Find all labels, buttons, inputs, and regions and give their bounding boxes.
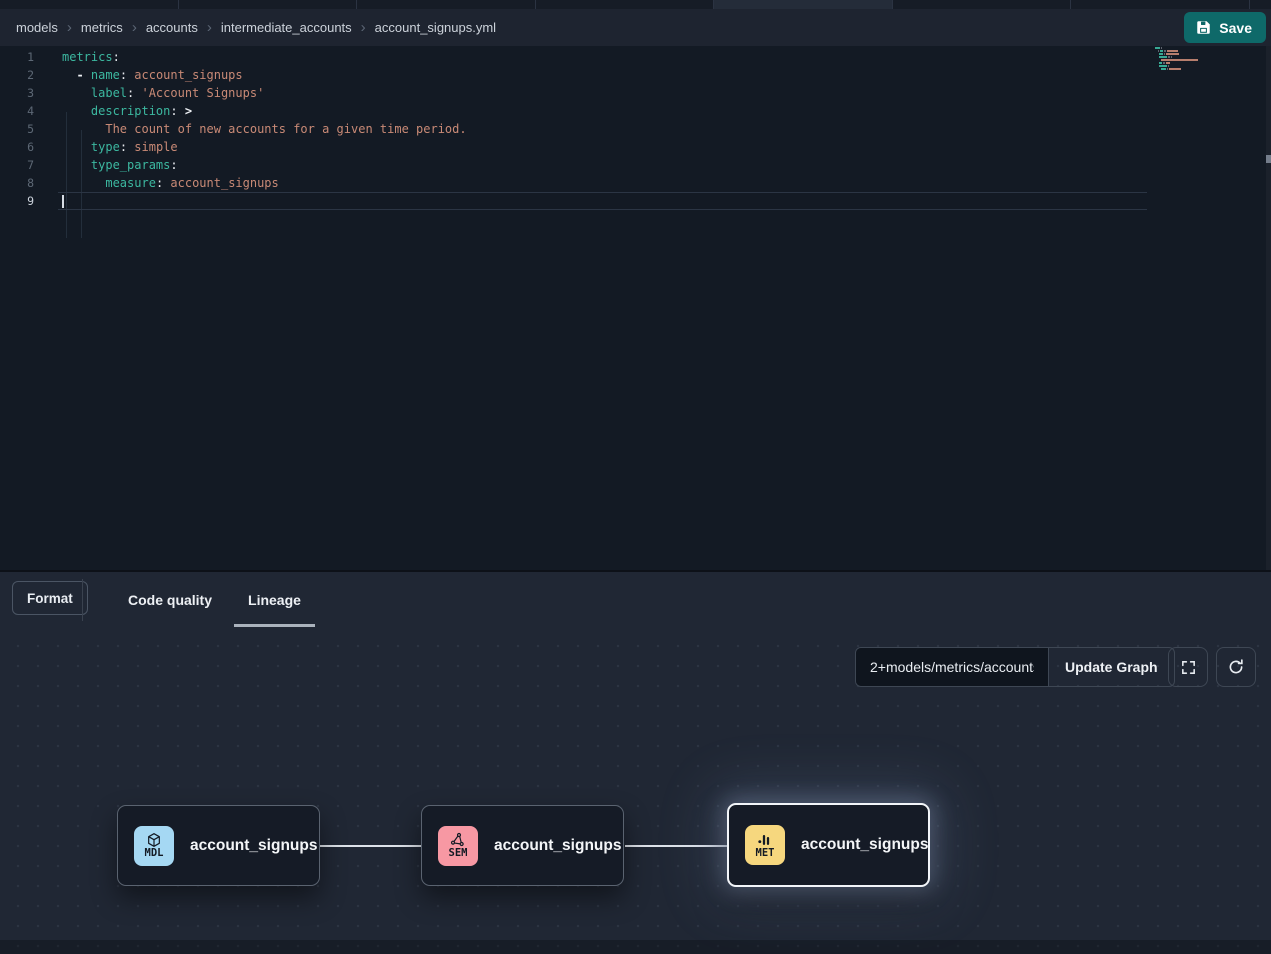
editor-scrollbar-thumb[interactable]: [1266, 155, 1271, 163]
editor-file-tab[interactable]: [1250, 0, 1271, 9]
lineage-edge: [625, 845, 727, 847]
panel-tab-code-quality[interactable]: Code quality: [114, 572, 226, 627]
fullscreen-icon: [1180, 659, 1197, 676]
refresh-icon: [1227, 658, 1245, 676]
breadcrumb-bar: models › metrics › accounts › intermediate_acc…: [0, 9, 1271, 46]
editor-tab-strip: [0, 0, 1271, 9]
code-line[interactable]: The count of new accounts for a given ti…: [58, 120, 1255, 138]
node-type-badge: MDL: [134, 826, 174, 866]
code-line[interactable]: metrics:: [58, 48, 1255, 66]
editor-file-tab[interactable]: [893, 0, 1072, 9]
breadcrumb-item[interactable]: account_signups.yml: [375, 20, 496, 35]
text-cursor: [62, 195, 64, 208]
fullscreen-button[interactable]: [1168, 647, 1208, 687]
node-type-label: MET: [756, 848, 775, 859]
lineage-node-met[interactable]: MET account_signups: [727, 803, 930, 887]
save-button[interactable]: Save: [1184, 12, 1266, 43]
panel-tab-lineage[interactable]: Lineage: [234, 572, 315, 627]
status-strip: [0, 940, 1271, 954]
line-number: 1: [0, 48, 36, 66]
code-line[interactable]: [58, 192, 1147, 210]
minimap-line: [1155, 62, 1225, 64]
node-type-label: MDL: [145, 848, 164, 859]
breadcrumb: models › metrics › accounts › intermediate_acc…: [16, 20, 496, 35]
line-number: 4: [0, 102, 36, 120]
chevron-right-icon: ›: [207, 20, 212, 35]
line-number-gutter: 123456789: [0, 48, 36, 210]
code-editor[interactable]: 123456789 metrics: - name: account_signu…: [0, 46, 1271, 570]
tab-divider: [82, 579, 83, 621]
node-name-label: account_signups: [190, 837, 317, 855]
editor-file-tab[interactable]: [357, 0, 536, 9]
minimap-line: [1155, 47, 1225, 49]
semantic-network-icon: [450, 832, 466, 848]
node-type-badge: SEM: [438, 826, 478, 866]
minimap-line: [1155, 68, 1225, 70]
lineage-graph[interactable]: Update Graph: [0, 630, 1271, 954]
code-line[interactable]: description: >: [58, 102, 1255, 120]
editor-file-tab[interactable]: [714, 0, 893, 9]
line-number: 2: [0, 66, 36, 84]
lineage-selector-input[interactable]: [856, 648, 1048, 686]
editor-file-tab[interactable]: [536, 0, 715, 9]
lineage-node-sem[interactable]: SEM account_signups: [421, 805, 624, 886]
panel-tabs: Code qualityLineage: [114, 572, 315, 630]
node-name-label: account_signups: [801, 836, 928, 854]
chevron-right-icon: ›: [67, 20, 72, 35]
line-number: 7: [0, 156, 36, 174]
metric-chart-icon: [757, 832, 773, 848]
save-icon: [1196, 20, 1211, 35]
ide-window: models › metrics › accounts › intermediate_acc…: [0, 0, 1271, 954]
minimap-line: [1155, 56, 1225, 58]
editor-scrollbar[interactable]: [1266, 46, 1271, 570]
refresh-button[interactable]: [1216, 647, 1256, 687]
editor-file-tab[interactable]: [0, 0, 179, 9]
minimap-line: [1155, 71, 1225, 73]
minimap-line: [1155, 59, 1225, 61]
code-line[interactable]: measure: account_signups: [58, 174, 1255, 192]
line-number: 5: [0, 120, 36, 138]
breadcrumb-item[interactable]: intermediate_accounts: [221, 20, 352, 35]
minimap-line: [1155, 50, 1225, 52]
code-line[interactable]: type: simple: [58, 138, 1255, 156]
line-number: 9: [0, 192, 36, 210]
lineage-node-mdl[interactable]: MDL account_signups: [117, 805, 320, 886]
line-number: 8: [0, 174, 36, 192]
code-line[interactable]: label: 'Account Signups': [58, 84, 1255, 102]
breadcrumb-item[interactable]: models: [16, 20, 58, 35]
node-type-badge: MET: [745, 825, 785, 865]
code-line[interactable]: - name: account_signups: [58, 66, 1255, 84]
chevron-right-icon: ›: [132, 20, 137, 35]
code-lines[interactable]: metrics: - name: account_signups label: …: [58, 48, 1255, 210]
update-graph-button[interactable]: Update Graph: [1048, 648, 1174, 686]
line-number: 3: [0, 84, 36, 102]
line-number: 6: [0, 138, 36, 156]
minimap-line: [1155, 65, 1225, 67]
editor-file-tab[interactable]: [179, 0, 358, 9]
minimap[interactable]: [1155, 47, 1225, 74]
panel-tab-row: Format Code qualityLineage: [0, 572, 1271, 630]
chevron-right-icon: ›: [361, 20, 366, 35]
breadcrumb-item[interactable]: accounts: [146, 20, 198, 35]
lineage-selector-group: Update Graph: [855, 647, 1175, 687]
node-type-label: SEM: [449, 848, 468, 859]
node-name-label: account_signups: [494, 837, 621, 855]
save-button-label: Save: [1219, 20, 1252, 36]
minimap-line: [1155, 53, 1225, 55]
editor-file-tab[interactable]: [1071, 0, 1250, 9]
format-button[interactable]: Format: [12, 581, 88, 615]
breadcrumb-item[interactable]: metrics: [81, 20, 123, 35]
code-line[interactable]: type_params:: [58, 156, 1255, 174]
bottom-panel: Format Code qualityLineage Update Graph: [0, 570, 1271, 954]
lineage-edge: [320, 845, 421, 847]
cube-icon: [146, 832, 162, 848]
